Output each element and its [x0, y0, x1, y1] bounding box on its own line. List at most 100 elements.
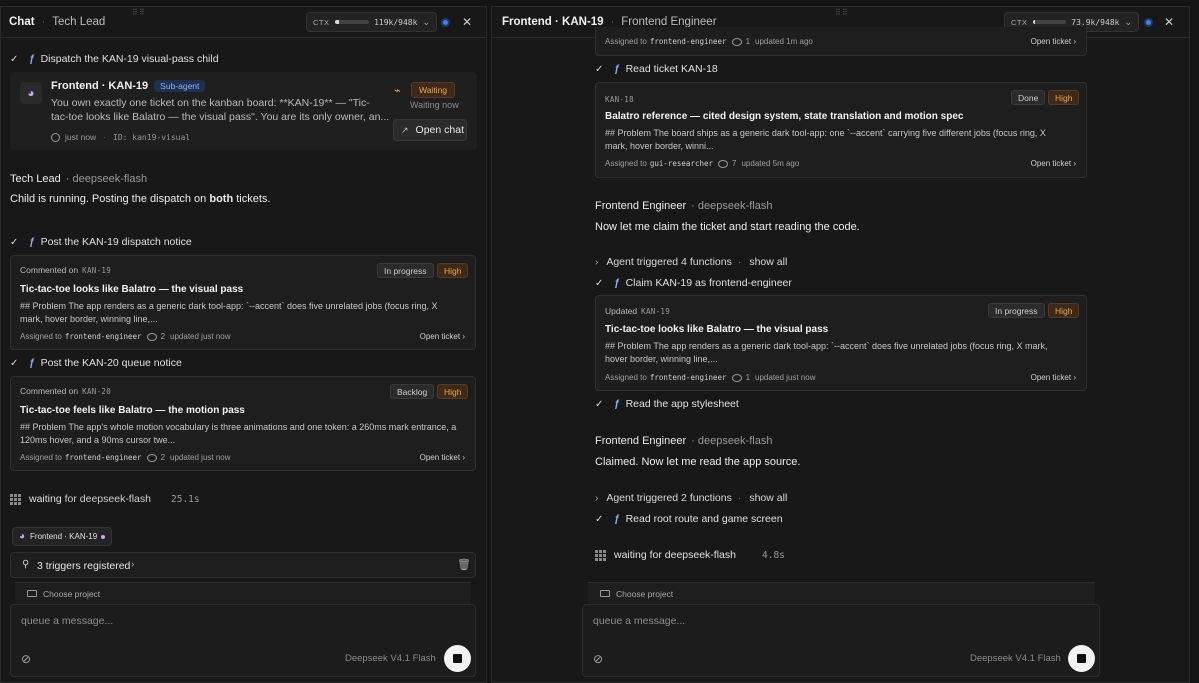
stop-button[interactable]	[444, 645, 471, 672]
tool-step-read-kan18: ✓ ƒ Read ticket KAN-18	[595, 63, 718, 75]
palette-icon: ◕	[19, 531, 26, 542]
ticket-body: ## Problem The app renders as a generic …	[20, 301, 438, 324]
close-icon[interactable]: ✕	[462, 15, 472, 29]
function-icon: ƒ	[29, 53, 35, 65]
drag-handle-icon[interactable]: ⠿⠿	[132, 9, 146, 17]
tool-step-dispatch: ✓ ƒ Dispatch the KAN-19 visual-pass chil…	[10, 53, 219, 65]
priority-badge: High	[437, 384, 469, 399]
ticket-card-kan18[interactable]: KAN-18 Done High Balatro reference — cit…	[595, 82, 1087, 178]
status-subtext: Waiting now	[410, 100, 459, 110]
stop-icon	[1077, 654, 1086, 663]
status-badge: In progress	[988, 303, 1045, 318]
subagent-name: Frontend · KAN-19	[51, 80, 149, 92]
stop-button[interactable]	[1068, 645, 1095, 672]
ticket-title: Tic-tac-toe feels like Balatro — the mot…	[20, 405, 245, 416]
ticket-card-kan19[interactable]: Updated KAN-19 In progress High Tic-tac-t…	[595, 295, 1087, 391]
open-ticket-link[interactable]: Open ticket ›	[1031, 159, 1076, 168]
stop-icon	[453, 654, 462, 663]
message-composer[interactable]: queue a message... ⊘ Deepseek V4.1 Flash	[582, 604, 1100, 677]
ticket-title: Tic-tac-toe looks like Balatro — the vis…	[605, 324, 829, 335]
chevron-right-icon: ›	[462, 453, 465, 462]
pane-subtitle: Tech Lead	[52, 16, 106, 28]
ticket-id: KAN-19	[641, 307, 671, 316]
assignee: frontend-engineer	[64, 453, 142, 462]
ticket-id: KAN-20	[82, 387, 112, 396]
activity-icon: ⌁	[394, 85, 401, 97]
message-composer[interactable]: queue a message... ⊘ Deepseek V4.1 Flash	[10, 604, 476, 677]
attachment-icon[interactable]: ⊘	[593, 652, 603, 666]
comment-icon	[146, 332, 157, 341]
assignee: frontend-engineer	[649, 373, 727, 382]
ticket-id: KAN-18	[605, 95, 634, 104]
trigger-icon: ⚲	[22, 559, 30, 570]
context-progress-bar	[1032, 20, 1067, 24]
ticket-card-kan20[interactable]: Commented on KAN-20 Backlog High Tic-tac-…	[10, 376, 476, 471]
chevron-down-icon: ⌄	[422, 16, 430, 27]
priority-badge: High	[1048, 303, 1080, 318]
chevron-right-icon: ›	[131, 559, 135, 570]
ticket-id: KAN-19	[82, 266, 112, 275]
ticket-title: Balatro reference — cited design system,…	[605, 111, 964, 122]
comment-icon	[146, 453, 157, 462]
ticket-body: ## Problem The board ships as a generic …	[605, 128, 1046, 151]
open-ticket-link[interactable]: Open ticket ›	[420, 332, 465, 341]
subagent-card: ◕ Frontend · KAN-19 Sub-agent You own ex…	[10, 72, 477, 150]
tool-step-stylesheet: ✓ ƒ Read the app stylesheet	[595, 398, 739, 410]
comment-icon	[718, 159, 729, 168]
open-ticket-link[interactable]: Open ticket ›	[1031, 37, 1076, 46]
show-all-link[interactable]: show all	[749, 492, 787, 504]
message-input[interactable]: queue a message...	[21, 615, 113, 627]
ticket-body: ## Problem The app renders as a generic …	[605, 341, 1048, 364]
check-icon: ✓	[595, 277, 604, 289]
drag-handle-icon[interactable]: ⠿⠿	[835, 9, 849, 17]
folder-icon	[600, 590, 610, 597]
comment-icon	[731, 373, 742, 382]
close-icon[interactable]: ✕	[1164, 15, 1174, 29]
clock-icon	[51, 132, 60, 142]
check-icon: ✓	[10, 357, 19, 369]
tool-step-read-root: ✓ ƒ Read root route and game screen	[595, 513, 783, 525]
open-ticket-link[interactable]: Open ticket ›	[420, 453, 465, 462]
project-selector[interactable]: Choose project	[588, 582, 1095, 604]
waiting-indicator: waiting for deepseek-flash 4.8s	[595, 549, 785, 561]
open-chat-button[interactable]: ↗ Open chat	[393, 119, 467, 141]
ticket-card-kan19[interactable]: Commented on KAN-19 In progress High Tic-…	[10, 255, 476, 350]
functions-toggle[interactable]: › Agent triggered 4 functions · show all	[595, 256, 787, 268]
message-speaker: Tech Lead · deepseek-flash	[10, 173, 148, 185]
triggers-bar[interactable]: ⚲ 3 triggers registered › 🗑	[10, 552, 476, 578]
project-selector[interactable]: Choose project	[15, 582, 471, 604]
show-all-link[interactable]: show all	[749, 256, 787, 268]
context-meter[interactable]: CTX 119k/948k ⌄	[306, 12, 437, 32]
model-selector[interactable]: Deepseek V4.1 Flash	[345, 653, 436, 664]
check-icon: ✓	[595, 513, 604, 525]
chevron-right-icon: ›	[1073, 159, 1076, 168]
message-input[interactable]: queue a message...	[593, 615, 685, 627]
status-badge: Done	[1011, 90, 1046, 105]
attachment-icon[interactable]: ⊘	[21, 652, 31, 666]
status-badge: Waiting	[411, 82, 456, 98]
status-dot-icon	[441, 18, 450, 27]
functions-toggle[interactable]: › Agent triggered 2 functions · show all	[595, 492, 787, 504]
open-ticket-link[interactable]: Open ticket ›	[1031, 373, 1076, 382]
message-text: Claimed. Now let me read the app source.	[595, 456, 801, 468]
subagent-badge: Sub-agent	[154, 80, 206, 92]
chevron-right-icon: ›	[1073, 37, 1076, 46]
assignee: frontend-engineer	[649, 37, 727, 46]
assignee: gui-researcher	[649, 159, 714, 168]
function-icon: ƒ	[614, 63, 620, 75]
chevron-right-icon: ›	[1073, 373, 1076, 382]
timer: 4.8s	[762, 549, 785, 561]
trash-icon[interactable]: 🗑	[457, 558, 471, 571]
external-link-icon: ↗	[401, 124, 409, 135]
check-icon: ✓	[10, 236, 19, 248]
function-icon: ƒ	[614, 513, 620, 525]
model-selector[interactable]: Deepseek V4.1 Flash	[970, 653, 1061, 664]
waiting-indicator: waiting for deepseek-flash 25.1s	[10, 493, 200, 505]
ticket-card-partial[interactable]: Assigned to frontend-engineer 1 updated 1m…	[595, 27, 1087, 56]
status-badge: In progress	[377, 263, 434, 278]
function-icon: ƒ	[614, 277, 620, 289]
agent-chip[interactable]: ◕ Frontend · KAN-19	[12, 527, 113, 546]
message-speaker: Frontend Engineer · deepseek-flash	[595, 200, 773, 212]
priority-badge: High	[437, 263, 469, 278]
grid-icon	[10, 493, 21, 505]
